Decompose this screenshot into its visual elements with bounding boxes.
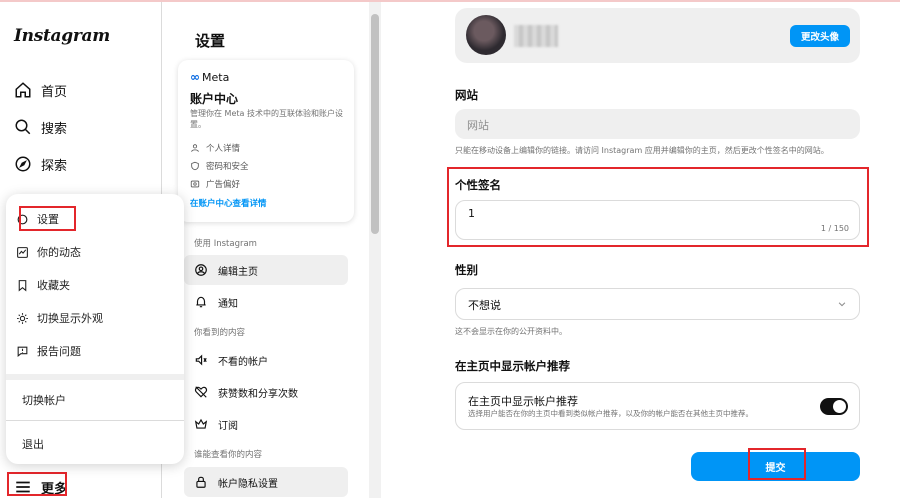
settings-item-not-seen[interactable]: 不看的帐户 <box>184 345 348 375</box>
menu-item-saved[interactable]: 收藏夹 <box>16 273 70 297</box>
scrollbar-thumb[interactable] <box>371 14 379 234</box>
settings-item-edit-profile-label: 编辑主页 <box>218 266 258 278</box>
highlight-more <box>7 472 67 496</box>
menu-item-appearance-label: 切换显示外观 <box>37 312 103 325</box>
shield-icon <box>191 161 199 171</box>
bio-label: 个性签名 <box>455 178 501 192</box>
meta-row-ads-label: 广告偏好 <box>206 180 241 190</box>
section-what-you-see: 你看到的内容 <box>194 328 246 338</box>
recommendations-description: 选择用户能否在你的主页中看到类似帐户推荐，以及你的帐户能否在其他主页中推荐。 <box>468 409 753 418</box>
nav-item-home-label: 首页 <box>41 84 68 100</box>
gender-value: 不想说 <box>468 299 501 312</box>
menu-item-report[interactable]: 报告问题 <box>16 339 81 363</box>
chevron-down-icon <box>838 302 846 307</box>
bookmark-icon <box>18 279 27 292</box>
menu-item-switch-account[interactable]: 切换帐户 <box>22 392 66 408</box>
settings-item-privacy[interactable]: 帐户隐私设置 <box>184 467 348 497</box>
gender-label: 性别 <box>455 263 478 277</box>
accounts-center-link[interactable]: 在账户中心查看详情 <box>190 197 267 209</box>
recommendations-toggle[interactable] <box>820 398 848 415</box>
bio-char-count: 1 / 150 <box>820 224 849 233</box>
menu-item-activity-label: 你的动态 <box>37 246 81 259</box>
section-who-can-see: 谁能查看你的内容 <box>194 450 263 460</box>
nav-item-search[interactable]: 搜索 <box>14 114 67 140</box>
accounts-center-heading: 账户中心 <box>190 92 239 106</box>
menu-item-saved-label: 收藏夹 <box>37 279 70 292</box>
gender-helper-text: 这不会显示在你的公开资料中。 <box>455 327 567 336</box>
meta-brand: Meta <box>202 70 230 84</box>
instagram-logo[interactable]: Instagram <box>14 26 110 46</box>
ad-icon <box>190 180 200 188</box>
menu-item-logout[interactable]: 退出 <box>22 436 44 452</box>
menu-divider <box>6 420 184 421</box>
website-label: 网站 <box>455 88 478 102</box>
activity-icon <box>17 246 28 258</box>
website-input[interactable]: 网站 <box>455 109 860 139</box>
settings-item-subscriptions-label: 订阅 <box>218 420 238 432</box>
settings-item-subscriptions[interactable]: 订阅 <box>184 409 348 439</box>
settings-title: 设置 <box>195 32 226 50</box>
more-popup-menu: 设置 你的动态 收藏夹 切换显示外观 报告问题 切换帐户 退出 <box>6 194 184 464</box>
nav-item-home[interactable]: 首页 <box>14 77 67 103</box>
blurred-username <box>514 25 558 47</box>
lock-icon <box>196 476 206 488</box>
compass-icon <box>15 156 31 172</box>
settings-item-likes-shares[interactable]: 获赞数和分享次数 <box>184 377 348 407</box>
menu-separator <box>6 374 184 380</box>
meta-row-personal-label: 个人详情 <box>206 144 241 154</box>
settings-item-notifications[interactable]: 通知 <box>184 287 348 317</box>
nav-item-explore[interactable]: 探索 <box>14 151 67 177</box>
settings-item-privacy-label: 帐户隐私设置 <box>218 478 278 490</box>
accounts-center-description: 管理你在 Meta 技术中的互联体验和账户设置。 <box>190 109 343 129</box>
settings-item-edit-profile[interactable]: 编辑主页 <box>184 255 348 285</box>
menu-item-report-label: 报告问题 <box>37 345 81 358</box>
highlight-settings <box>19 206 76 231</box>
recommendations-title: 在主页中显示帐户推荐 <box>468 395 578 408</box>
profile-circle-icon <box>195 264 207 276</box>
settings-scrollbar[interactable] <box>369 2 381 498</box>
settings-item-not-seen-label: 不看的帐户 <box>218 356 268 368</box>
meta-row-ads: 广告偏好 <box>190 178 240 190</box>
change-avatar-button[interactable]: 更改头像 <box>790 25 850 47</box>
bell-icon <box>196 296 206 308</box>
toggle-knob <box>833 400 846 413</box>
meta-row-security: 密码和安全 <box>190 160 249 172</box>
report-icon <box>17 346 28 357</box>
crown-icon <box>194 418 208 429</box>
menu-item-appearance[interactable]: 切换显示外观 <box>16 306 103 330</box>
website-helper-text: 只能在移动设备上编辑你的链接。请访问 Instagram 应用并编辑你的主页，然… <box>455 146 829 155</box>
meta-row-security-label: 密码和安全 <box>206 162 249 172</box>
highlight-submit <box>748 448 806 480</box>
gender-select[interactable]: 不想说 <box>455 288 860 320</box>
meta-row-personal: 个人详情 <box>190 142 240 154</box>
meta-logo: ∞ Meta <box>190 70 229 84</box>
section-use-instagram: 使用 Instagram <box>194 239 257 249</box>
sun-icon <box>17 312 28 324</box>
nav-item-explore-label: 探索 <box>41 158 68 174</box>
bio-value: 1 <box>468 207 475 220</box>
settings-item-likes-shares-label: 获赞数和分享次数 <box>218 388 298 400</box>
accounts-center-card[interactable]: ∞ Meta 账户中心 管理你在 Meta 技术中的互联体验和账户设置。 个人详情… <box>178 60 354 222</box>
bio-textarea[interactable]: 1 1 / 150 <box>455 200 860 240</box>
person-icon <box>191 144 199 152</box>
heart-off-icon <box>194 386 208 398</box>
meta-infinity-icon: ∞ <box>190 70 200 84</box>
settings-item-notifications-label: 通知 <box>218 298 238 310</box>
home-icon <box>15 82 31 98</box>
avatar[interactable] <box>466 15 506 55</box>
nav-item-search-label: 搜索 <box>41 121 68 137</box>
muted-icon <box>195 354 207 366</box>
recommendations-box: 在主页中显示帐户推荐 选择用户能否在你的主页中看到类似帐户推荐，以及你的帐户能否… <box>455 382 860 430</box>
profile-header-card: 更改头像 <box>455 8 860 63</box>
search-icon <box>15 119 31 135</box>
recommendations-section-label: 在主页中显示帐户推荐 <box>455 359 570 373</box>
menu-item-activity[interactable]: 你的动态 <box>16 240 81 264</box>
